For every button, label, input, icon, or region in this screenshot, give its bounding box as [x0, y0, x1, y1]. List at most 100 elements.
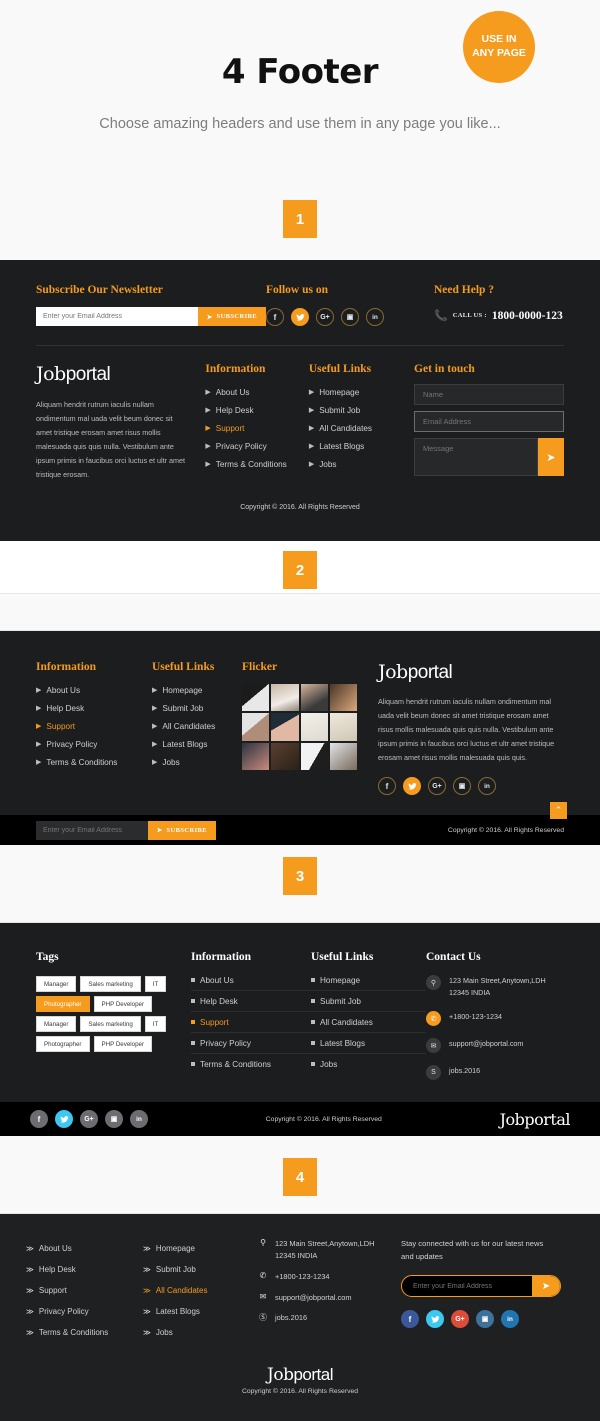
instagram-icon[interactable]: ▣ — [453, 777, 471, 796]
link-latest-blogs[interactable]: ≫ Latest Blogs — [143, 1301, 258, 1322]
link-support[interactable]: ≫ Support — [26, 1280, 143, 1301]
linkedin-icon[interactable]: in — [501, 1310, 519, 1329]
link-about-us[interactable]: About Us — [191, 970, 311, 992]
subscribe-button[interactable]: ➤ SUBSCRIBE — [147, 820, 216, 840]
flicker-thumb[interactable] — [329, 713, 357, 741]
link-jobs[interactable]: ▶ Jobs — [152, 753, 242, 771]
link-privacy-policy[interactable]: ▶ Privacy Policy — [205, 437, 308, 455]
google-plus-icon[interactable]: G+ — [451, 1310, 469, 1329]
useful-links-heading: Useful Links — [311, 951, 374, 964]
flicker-thumb[interactable] — [271, 713, 299, 741]
link-about-us[interactable]: ▶ About Us — [205, 383, 308, 401]
flicker-thumb[interactable] — [300, 713, 328, 741]
newsletter-email-input[interactable] — [36, 307, 198, 326]
flicker-thumb[interactable] — [329, 742, 357, 770]
flicker-thumb[interactable] — [300, 684, 328, 712]
link-help-desk[interactable]: Help Desk — [191, 991, 311, 1013]
flicker-thumb[interactable] — [242, 713, 270, 741]
scroll-to-top-button[interactable]: ⌃ — [550, 802, 567, 820]
link-latest-blogs[interactable]: Latest Blogs — [311, 1033, 426, 1055]
tag-item[interactable]: Photographer — [36, 1036, 90, 1053]
flicker-thumb[interactable] — [271, 742, 299, 770]
link-submit-job[interactable]: ▶ Submit Job — [309, 401, 414, 419]
double-caret-icon: ≫ — [26, 1244, 34, 1254]
flicker-thumb[interactable] — [242, 684, 270, 712]
link-jobs[interactable]: ▶ Jobs — [309, 455, 414, 473]
link-support[interactable]: Support — [191, 1012, 311, 1034]
flicker-thumb[interactable] — [242, 742, 270, 770]
link-terms-conditions[interactable]: Terms & Conditions — [191, 1054, 311, 1074]
link-help-desk[interactable]: ▶ Help Desk — [205, 401, 308, 419]
link-terms-conditions[interactable]: ≫ Terms & Conditions — [26, 1322, 143, 1343]
twitter-icon[interactable] — [291, 308, 309, 326]
tag-item[interactable]: Sales marketing — [80, 1016, 141, 1033]
link-submit-job[interactable]: ▶ Submit Job — [152, 699, 242, 717]
link-homepage[interactable]: Homepage — [311, 970, 426, 992]
newsletter-email-input[interactable] — [36, 820, 148, 840]
tag-item[interactable]: Photographer — [36, 996, 90, 1013]
send-icon: ➤ — [206, 313, 213, 321]
tag-item[interactable]: IT — [144, 976, 167, 993]
flicker-thumb[interactable] — [271, 684, 299, 712]
link-jobs[interactable]: ≫ Jobs — [143, 1322, 258, 1343]
facebook-icon[interactable]: f — [266, 308, 284, 326]
link-support[interactable]: ▶ Support — [36, 717, 152, 735]
tag-item[interactable]: PHP Developer — [93, 996, 153, 1013]
tag-item[interactable]: Manager — [36, 976, 77, 993]
email-field[interactable] — [414, 411, 565, 432]
twitter-icon[interactable] — [426, 1310, 444, 1329]
tag-item[interactable]: Sales marketing — [80, 976, 141, 993]
link-all-candidates[interactable]: ▶ All Candidates — [152, 717, 242, 735]
link-homepage[interactable]: ▶ Homepage — [152, 681, 242, 699]
link-terms-conditions[interactable]: ▶ Terms & Conditions — [205, 455, 308, 473]
tag-item[interactable]: IT — [144, 1016, 167, 1033]
linkedin-icon[interactable]: in — [130, 1110, 148, 1129]
link-all-candidates[interactable]: All Candidates — [311, 1012, 426, 1034]
link-homepage[interactable]: ≫ Homepage — [143, 1238, 258, 1259]
message-field[interactable] — [414, 438, 539, 476]
linkedin-icon[interactable]: in — [366, 308, 384, 326]
google-plus-icon[interactable]: G+ — [316, 308, 334, 326]
tag-item[interactable]: Manager — [36, 1016, 77, 1033]
link-homepage[interactable]: ▶ Homepage — [309, 383, 414, 401]
link-terms-conditions[interactable]: ▶ Terms & Conditions — [36, 753, 152, 771]
link-latest-blogs[interactable]: ▶ Latest Blogs — [309, 437, 414, 455]
twitter-icon[interactable] — [403, 777, 421, 796]
link-latest-blogs[interactable]: ▶ Latest Blogs — [152, 735, 242, 753]
link-privacy-policy[interactable]: ≫ Privacy Policy — [26, 1301, 143, 1322]
link-support[interactable]: ▶ Support — [205, 419, 308, 437]
newsletter-email-input[interactable] — [402, 1282, 532, 1290]
name-field[interactable] — [414, 384, 565, 405]
link-submit-job[interactable]: Submit Job — [311, 991, 426, 1013]
square-bullet-icon — [191, 1041, 195, 1046]
information-block: Information About Us Help Desk Support P… — [191, 951, 311, 1080]
send-button[interactable]: ➤ — [532, 1276, 560, 1297]
tag-item[interactable]: PHP Developer — [93, 1036, 153, 1053]
instagram-icon[interactable]: ▣ — [476, 1310, 494, 1329]
flicker-thumb[interactable] — [329, 684, 357, 712]
link-all-candidates[interactable]: ≫ All Candidates — [143, 1280, 258, 1301]
link-submit-job[interactable]: ≫ Submit Job — [143, 1259, 258, 1280]
send-message-button[interactable]: ➤ — [538, 438, 565, 476]
link-jobs[interactable]: Jobs — [311, 1054, 426, 1074]
instagram-icon[interactable]: ▣ — [341, 308, 359, 326]
link-privacy-policy[interactable]: Privacy Policy — [191, 1033, 311, 1055]
google-plus-icon[interactable]: G+ — [80, 1110, 98, 1129]
link-all-candidates[interactable]: ▶ All Candidates — [309, 419, 414, 437]
subscribe-button[interactable]: ➤ SUBSCRIBE — [197, 307, 266, 326]
facebook-icon[interactable]: f — [378, 777, 396, 796]
link-help-desk[interactable]: ▶ Help Desk — [36, 699, 152, 717]
linkedin-icon[interactable]: in — [478, 777, 496, 796]
flicker-block: Flicker — [242, 661, 364, 795]
facebook-icon[interactable]: f — [401, 1310, 419, 1329]
instagram-icon[interactable]: ▣ — [105, 1110, 123, 1129]
contact-address-row: ⚲ 123 Main Street,Anytown,LDH 12345 INDI… — [426, 975, 564, 999]
link-about-us[interactable]: ▶ About Us — [36, 681, 152, 699]
link-help-desk[interactable]: ≫ Help Desk — [26, 1259, 143, 1280]
link-privacy-policy[interactable]: ▶ Privacy Policy — [36, 735, 152, 753]
twitter-icon[interactable] — [55, 1110, 73, 1129]
link-about-us[interactable]: ≫ About Us — [26, 1238, 143, 1259]
google-plus-icon[interactable]: G+ — [428, 777, 446, 796]
flicker-thumb[interactable] — [300, 742, 328, 770]
facebook-icon[interactable]: f — [30, 1110, 48, 1129]
